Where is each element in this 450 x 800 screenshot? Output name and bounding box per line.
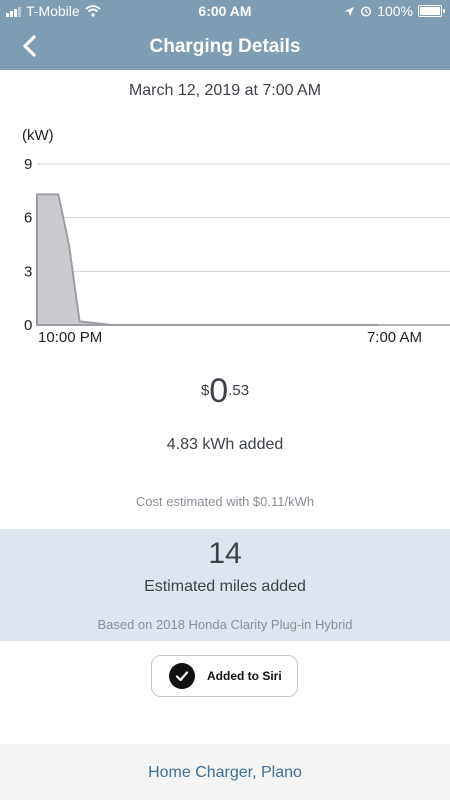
cost-cents: .53	[228, 382, 250, 399]
cost-display: $0.53	[0, 372, 450, 411]
y-axis-label: (kW)	[22, 127, 54, 144]
miles-panel: 14 Estimated miles added Based on 2018 H…	[0, 529, 450, 641]
alarm-icon	[361, 6, 372, 17]
y-tick-label: 6	[24, 210, 32, 227]
nav-bar: Charging Details	[0, 28, 450, 64]
session-date: March 12, 2019 at 7:00 AM	[128, 82, 322, 99]
siri-label: Added to Siri	[207, 669, 282, 683]
added-to-siri-button[interactable]: Added to Siri	[151, 655, 298, 697]
currency-symbol: $	[200, 382, 210, 399]
power-chart-svg: (kW) 0 3 6 9 10:00 PM 7:00 AM	[22, 127, 450, 346]
miles-value: 14	[208, 537, 242, 570]
page-title: Charging Details	[149, 36, 301, 57]
power-area	[36, 193, 379, 326]
status-bar: T-Mobile 6:00 AM 100%	[0, 0, 450, 22]
x-tick-label: 10:00 PM	[38, 329, 102, 346]
y-tick-label: 3	[24, 263, 32, 280]
rate-note: Cost estimated with $0.11/kWh	[135, 494, 315, 509]
vehicle-note: Based on 2018 Honda Clarity Plug-in Hybr…	[97, 617, 353, 632]
y-tick-label: 9	[24, 156, 32, 173]
x-tick-label: 7:00 AM	[367, 329, 422, 346]
cost-whole: 0	[209, 372, 229, 410]
power-chart: (kW) 0 3 6 9 10:00 PM 7:00 AM	[0, 120, 450, 350]
energy-added: 4.83 kWh added	[166, 436, 284, 453]
header: T-Mobile 6:00 AM 100% Charging Details	[0, 0, 450, 70]
location-arrow-icon	[345, 6, 355, 16]
battery-percent: 100%	[377, 3, 413, 19]
y-tick-label: 0	[24, 317, 32, 334]
battery-icon	[418, 5, 445, 17]
checkmark-icon	[169, 663, 195, 689]
footer: Home Charger, Plano	[0, 744, 450, 800]
miles-label: Estimated miles added	[144, 578, 306, 595]
charger-location-link[interactable]: Home Charger, Plano	[0, 764, 450, 782]
